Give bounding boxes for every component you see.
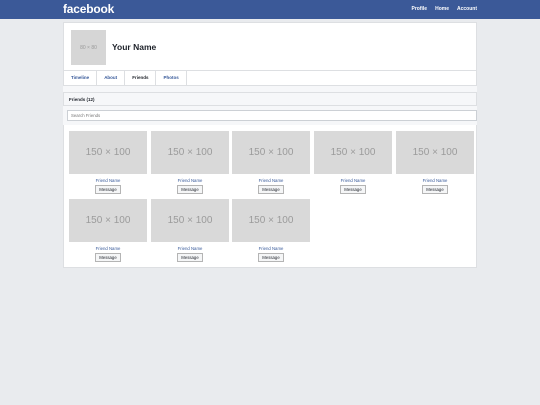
avatar-placeholder-text: 80 × 80 <box>80 44 97 51</box>
nav-account-link[interactable]: Account <box>457 6 477 12</box>
friend-photo[interactable]: 150 × 100 <box>69 199 147 242</box>
friend-card: 150 × 100 Friend Name Message <box>396 131 474 194</box>
friend-card: 150 × 100 Friend Name Message <box>69 131 147 194</box>
profile-name: Your Name <box>112 42 157 52</box>
profile-header: 80 × 80 Your Name <box>63 22 477 70</box>
friend-name-link[interactable]: Friend Name <box>69 178 147 183</box>
friend-card: 150 × 100 Friend Name Message <box>151 199 229 262</box>
friend-name-link[interactable]: Friend Name <box>232 178 310 183</box>
friends-title: Friends (12) <box>69 97 95 102</box>
friends-section-header: Friends (12) <box>63 92 477 106</box>
friend-photo[interactable]: 150 × 100 <box>69 131 147 174</box>
friend-photo[interactable]: 150 × 100 <box>232 131 310 174</box>
nav-home-link[interactable]: Home <box>435 6 449 12</box>
message-button[interactable]: Message <box>177 253 203 262</box>
tab-about[interactable]: About <box>97 71 126 85</box>
message-button[interactable]: Message <box>177 185 203 194</box>
friend-name-link[interactable]: Friend Name <box>69 246 147 251</box>
friend-name-link[interactable]: Friend Name <box>151 246 229 251</box>
friend-photo[interactable]: 150 × 100 <box>151 199 229 242</box>
friend-name-link[interactable]: Friend Name <box>314 178 392 183</box>
tab-timeline[interactable]: Timeline <box>64 71 98 85</box>
friends-grid: 150 × 100 Friend Name Message 150 × 100 … <box>63 125 477 268</box>
friend-name-link[interactable]: Friend Name <box>232 246 310 251</box>
profile-container: 80 × 80 Your Name Timeline About Friends… <box>63 22 477 268</box>
friend-name-link[interactable]: Friend Name <box>151 178 229 183</box>
friend-photo[interactable]: 150 × 100 <box>396 131 474 174</box>
friend-name-link[interactable]: Friend Name <box>396 178 474 183</box>
message-button[interactable]: Message <box>258 185 284 194</box>
tab-friends[interactable]: Friends <box>125 71 157 85</box>
friend-card: 150 × 100 Friend Name Message <box>69 199 147 262</box>
tab-photos[interactable]: Photos <box>156 71 187 85</box>
top-navbar: facebook Profile Home Account <box>0 0 540 19</box>
message-button[interactable]: Message <box>258 253 284 262</box>
message-button[interactable]: Message <box>95 253 121 262</box>
search-friends-input[interactable] <box>67 110 477 121</box>
friend-photo[interactable]: 150 × 100 <box>232 199 310 242</box>
message-button[interactable]: Message <box>340 185 366 194</box>
friend-card: 150 × 100 Friend Name Message <box>232 131 310 194</box>
friend-card: 150 × 100 Friend Name Message <box>314 131 392 194</box>
friend-photo[interactable]: 150 × 100 <box>151 131 229 174</box>
message-button[interactable]: Message <box>95 185 121 194</box>
top-nav-links: Profile Home Account <box>412 6 477 12</box>
facebook-logo[interactable]: facebook <box>63 2 114 16</box>
nav-profile-link[interactable]: Profile <box>412 6 428 12</box>
friend-photo[interactable]: 150 × 100 <box>314 131 392 174</box>
profile-tabs: Timeline About Friends Photos <box>63 70 477 86</box>
message-button[interactable]: Message <box>422 185 448 194</box>
friend-card: 150 × 100 Friend Name Message <box>232 199 310 262</box>
avatar[interactable]: 80 × 80 <box>71 30 106 65</box>
friend-card: 150 × 100 Friend Name Message <box>151 131 229 194</box>
